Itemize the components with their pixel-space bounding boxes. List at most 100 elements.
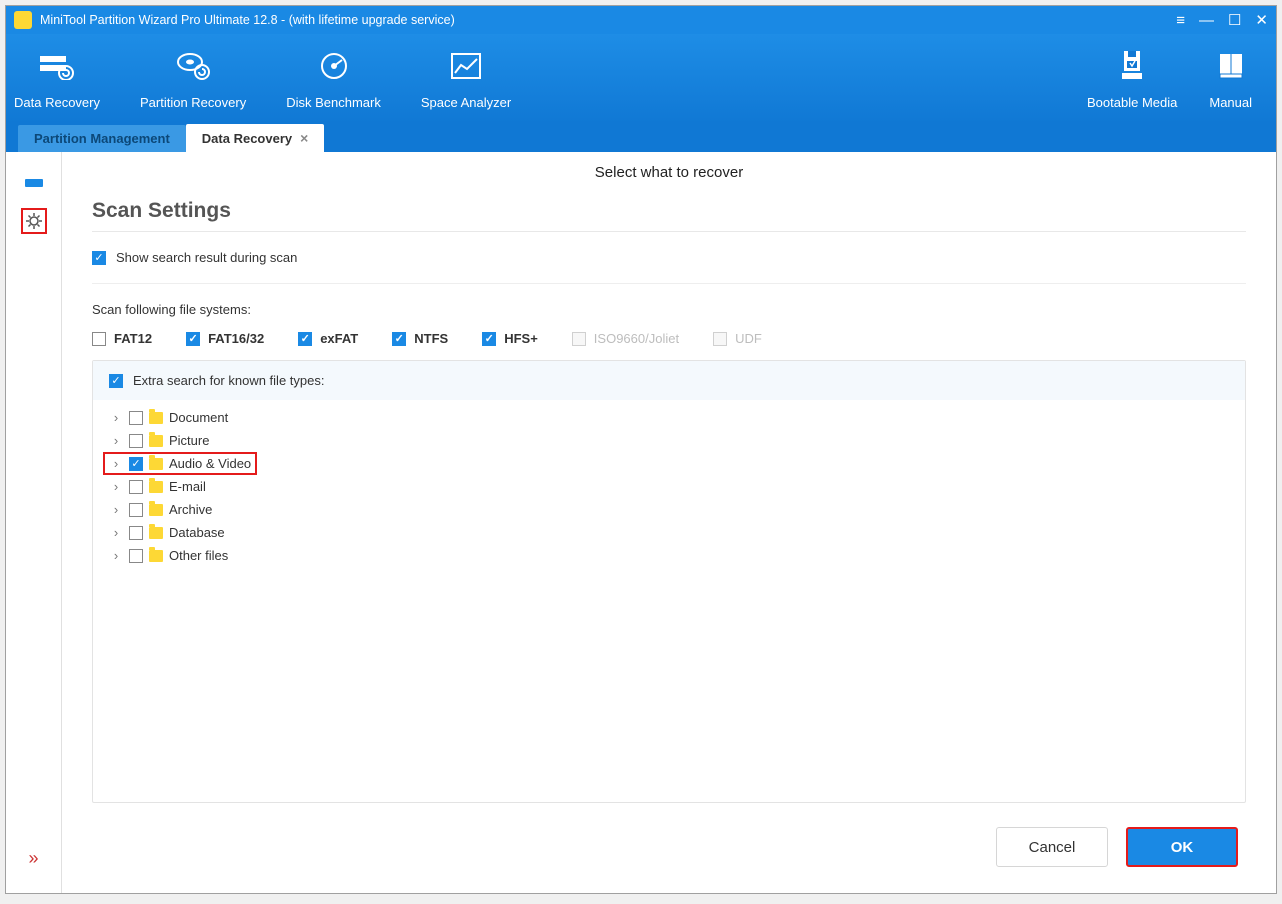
fs-udf-checkbox	[713, 332, 727, 346]
tabbar: Partition Management Data Recovery ×	[6, 124, 1276, 152]
drive-select-icon[interactable]	[21, 170, 47, 196]
show-result-checkbox[interactable]: ✓	[92, 251, 106, 265]
main-toolbar: Data Recovery Partition Recovery Disk Be…	[6, 34, 1276, 124]
fs-fat12: FAT12	[92, 331, 152, 346]
tree-row-other: › Other files	[103, 544, 1235, 567]
window-title: MiniTool Partition Wizard Pro Ultimate 1…	[40, 13, 455, 27]
fs-udf: UDF	[713, 331, 762, 346]
tree-row-archive: › Archive	[103, 498, 1235, 521]
minimize-icon[interactable]: —	[1199, 13, 1214, 28]
toolbar-label: Partition Recovery	[140, 95, 246, 110]
main-panel: Select what to recover Scan Settings ✓ S…	[62, 152, 1276, 893]
folder-icon	[149, 504, 163, 516]
chevron-right-icon[interactable]: ›	[109, 410, 123, 425]
extra-search-checkbox[interactable]: ✓	[109, 374, 123, 388]
fs-hfs: ✓ HFS+	[482, 331, 538, 346]
tree-row-document: › Document	[103, 406, 1235, 429]
toolbar-manual[interactable]: Manual	[1209, 49, 1252, 110]
scan-settings-icon[interactable]	[21, 208, 47, 234]
fs-label: ISO9660/Joliet	[594, 331, 679, 346]
tab-label: Data Recovery	[202, 131, 292, 146]
fs-label: exFAT	[320, 331, 358, 346]
archive-checkbox[interactable]	[129, 503, 143, 517]
tree-label: Archive	[169, 502, 212, 517]
fs-fat16-checkbox[interactable]: ✓	[186, 332, 200, 346]
chevron-right-icon[interactable]: ›	[109, 502, 123, 517]
window-controls: ≡ — ☐ ✕	[1176, 13, 1268, 28]
tab-close-icon[interactable]: ×	[300, 130, 308, 146]
chevron-right-icon[interactable]: ›	[109, 456, 123, 471]
chevron-right-icon[interactable]: ›	[109, 479, 123, 494]
toolbar-label: Manual	[1209, 95, 1252, 110]
tab-label: Partition Management	[34, 131, 170, 146]
toolbar-disk-benchmark[interactable]: Disk Benchmark	[286, 49, 381, 110]
data-recovery-icon	[40, 49, 74, 83]
footer-buttons: Cancel OK	[92, 803, 1246, 877]
cancel-button[interactable]: Cancel	[996, 827, 1108, 867]
toolbar-label: Disk Benchmark	[286, 95, 381, 110]
picture-checkbox[interactable]	[129, 434, 143, 448]
chevron-right-icon[interactable]: ›	[109, 525, 123, 540]
other-checkbox[interactable]	[129, 549, 143, 563]
bootable-media-icon	[1115, 49, 1149, 83]
fs-label: NTFS	[414, 331, 448, 346]
show-result-label: Show search result during scan	[116, 250, 297, 265]
folder-icon	[149, 458, 163, 470]
chevron-right-icon[interactable]: ›	[109, 433, 123, 448]
show-result-row: ✓ Show search result during scan	[92, 232, 1246, 284]
partition-recovery-icon	[176, 49, 210, 83]
app-window: MiniTool Partition Wizard Pro Ultimate 1…	[5, 5, 1277, 894]
fs-fat12-checkbox[interactable]	[92, 332, 106, 346]
folder-icon	[149, 435, 163, 447]
tree-label: Database	[169, 525, 225, 540]
tree-row-picture: › Picture	[103, 429, 1235, 452]
fs-label: FAT12	[114, 331, 152, 346]
document-checkbox[interactable]	[129, 411, 143, 425]
fs-heading: Scan following file systems:	[92, 302, 1246, 317]
fs-fat16-32: ✓ FAT16/32	[186, 331, 264, 346]
tree-row-email: › E-mail	[103, 475, 1235, 498]
folder-icon	[149, 481, 163, 493]
fs-exfat: ✓ exFAT	[298, 331, 358, 346]
tab-partition-management[interactable]: Partition Management	[18, 125, 186, 152]
filesystem-block: Scan following file systems: FAT12 ✓ FAT…	[92, 284, 1246, 360]
menu-icon[interactable]: ≡	[1176, 13, 1185, 28]
manual-icon	[1214, 49, 1248, 83]
fs-exfat-checkbox[interactable]: ✓	[298, 332, 312, 346]
fs-label: FAT16/32	[208, 331, 264, 346]
toolbar-space-analyzer[interactable]: Space Analyzer	[421, 49, 511, 110]
tab-data-recovery[interactable]: Data Recovery ×	[186, 124, 325, 152]
section-title: Scan Settings	[92, 189, 1246, 232]
fs-ntfs-checkbox[interactable]: ✓	[392, 332, 406, 346]
tree-label: E-mail	[169, 479, 206, 494]
folder-icon	[149, 527, 163, 539]
email-checkbox[interactable]	[129, 480, 143, 494]
ok-button[interactable]: OK	[1126, 827, 1238, 867]
maximize-icon[interactable]: ☐	[1228, 13, 1241, 28]
fs-ntfs: ✓ NTFS	[392, 331, 448, 346]
toolbar-partition-recovery[interactable]: Partition Recovery	[140, 49, 246, 110]
sidebar-expand-icon[interactable]: »	[28, 848, 38, 869]
fs-hfs-checkbox[interactable]: ✓	[482, 332, 496, 346]
disk-benchmark-icon	[317, 49, 351, 83]
fs-label: HFS+	[504, 331, 538, 346]
database-checkbox[interactable]	[129, 526, 143, 540]
toolbar-bootable-media[interactable]: Bootable Media	[1087, 49, 1177, 110]
sidebar-mini: »	[6, 152, 62, 893]
toolbar-label: Data Recovery	[14, 95, 100, 110]
app-logo-icon	[14, 11, 32, 29]
extra-search-label: Extra search for known file types:	[133, 373, 324, 388]
tree-row-database: › Database	[103, 521, 1235, 544]
chevron-right-icon[interactable]: ›	[109, 548, 123, 563]
fs-label: UDF	[735, 331, 762, 346]
fs-iso9660: ISO9660/Joliet	[572, 331, 679, 346]
audio-video-checkbox[interactable]: ✓	[129, 457, 143, 471]
tree-row-audio-video: › ✓ Audio & Video	[103, 452, 257, 475]
tree-label: Document	[169, 410, 228, 425]
file-types-box: ✓ Extra search for known file types: › D…	[92, 360, 1246, 803]
file-type-tree: › Document › Picture ›	[93, 400, 1245, 573]
folder-icon	[149, 412, 163, 424]
toolbar-data-recovery[interactable]: Data Recovery	[14, 49, 100, 110]
toolbar-label: Bootable Media	[1087, 95, 1177, 110]
close-icon[interactable]: ✕	[1255, 13, 1268, 28]
